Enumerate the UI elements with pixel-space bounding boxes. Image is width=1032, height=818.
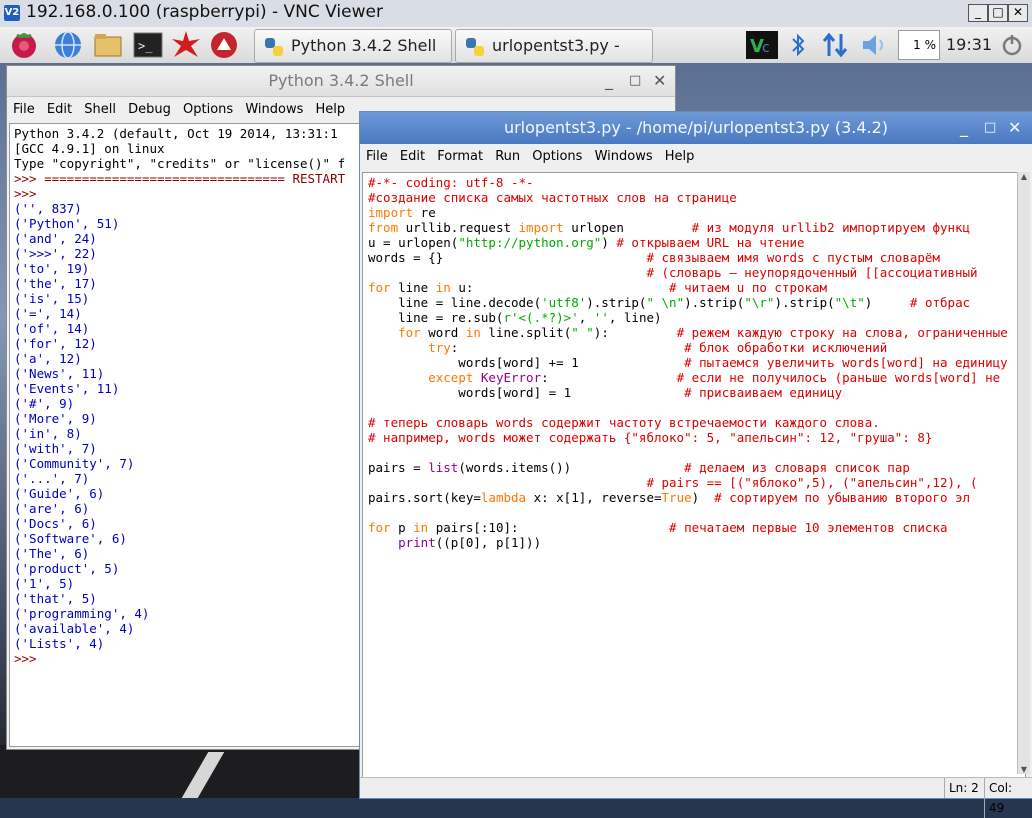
code-line: import re (368, 205, 436, 220)
code-line: line = line.decode('utf8').strip(" \n").… (368, 295, 971, 310)
svg-text:>_: >_ (138, 39, 153, 53)
network-icon[interactable] (820, 30, 850, 60)
editor-title-bar[interactable]: urlopentst3.py - /home/pi/urlopentst3.py… (360, 112, 1032, 144)
code-line: except KeyError: # если не получилось (р… (428, 370, 1001, 385)
code-line: for line in u: # читаем u по строкам (368, 280, 828, 295)
desktop-panel: >_ Python 3.4.2 Shell urlopentst3.py - /… (0, 27, 1032, 87)
editor-menu-edit[interactable]: Edit (400, 149, 425, 164)
editor-menu-help[interactable]: Help (665, 149, 695, 164)
editor-menu-bar: File Edit Format Run Options Windows Hel… (360, 144, 1032, 170)
shell-minimize-button[interactable]: _ (605, 66, 613, 96)
editor-menu-file[interactable]: File (366, 149, 388, 164)
code-line: print((p[0], p[1])) (398, 535, 542, 550)
editor-vertical-scrollbar[interactable]: ▲ ▼ (1017, 172, 1030, 774)
vnc-server-icon[interactable]: Vc (745, 30, 779, 60)
shell-menu-help[interactable]: Help (315, 102, 345, 117)
editor-window-title: urlopentst3.py - /home/pi/urlopentst3.py… (503, 118, 889, 137)
shutdown-icon[interactable] (1000, 30, 1024, 60)
shell-maximize-button[interactable]: □ (629, 66, 641, 96)
code-line: line = re.sub(r'<(.*?)>', '', line) (368, 310, 662, 325)
code-line: # (словарь — неупорядоченный [[ассоциати… (646, 265, 978, 280)
editor-minimize-button[interactable]: _ (960, 112, 968, 144)
code-line: words[word] = 1 # присваиваем единицу (368, 385, 843, 400)
status-column-number: Col: 49 (984, 778, 1032, 818)
code-line: for p in pairs[:10]: # печатаем первые 1… (368, 520, 948, 535)
editor-status-bar: Ln: 2 Col: 49 (360, 777, 1032, 818)
shell-title-bar[interactable]: Python 3.4.2 Shell _ □ ✕ (7, 66, 675, 97)
taskbar-item-shell[interactable]: Python 3.4.2 Shell (254, 29, 452, 63)
python-icon (265, 37, 283, 56)
cpu-usage-monitor: 1 % (898, 30, 940, 60)
code-line: pairs = list(words.items()) # делаем из … (368, 460, 910, 475)
status-line-number: Ln: 2 (944, 778, 983, 798)
file-manager-icon[interactable] (92, 30, 124, 60)
code-line: try: # блок обработки исключений (428, 340, 888, 355)
code-line: from urllib.request import urlopen # из … (368, 220, 971, 235)
shell-menu-shell[interactable]: Shell (84, 102, 116, 117)
shell-window-title: Python 3.4.2 Shell (268, 71, 414, 90)
shell-menu-file[interactable]: File (13, 102, 35, 117)
svg-text:c: c (762, 40, 770, 56)
code-line: # например, words может содержать {"ябло… (368, 430, 933, 445)
editor-menu-format[interactable]: Format (437, 149, 483, 164)
clock: 19:31 (946, 35, 993, 54)
code-line: # pairs == [("яблоко",5), ("апельсин",12… (646, 475, 978, 490)
code-line: words[word] += 1 # пытаемся увеличить wo… (368, 355, 1008, 370)
editor-window[interactable]: urlopentst3.py - /home/pi/urlopentst3.py… (359, 111, 1032, 818)
code-line: pairs.sort(key=lambda x: x[1], reverse=T… (368, 490, 971, 505)
vnc-close-button[interactable]: ✕ (1008, 4, 1028, 22)
python-icon (466, 37, 484, 56)
wolfram-icon[interactable] (208, 30, 240, 60)
code-line: #создание списка самых частотных слов на… (368, 190, 737, 205)
volume-icon[interactable] (860, 30, 888, 60)
code-line: u = urlopen("http://python.org") # откры… (368, 235, 805, 250)
math-kernel-icon[interactable] (170, 30, 202, 60)
vnc-title-bar: V2 192.168.0.100 (raspberrypi) - VNC Vie… (0, 0, 1032, 28)
shell-menu-debug[interactable]: Debug (128, 102, 171, 117)
vnc-logo-icon: V2 (4, 5, 20, 21)
terminal-icon[interactable]: >_ (132, 30, 164, 60)
editor-menu-options[interactable]: Options (532, 149, 582, 164)
editor-menu-run[interactable]: Run (495, 149, 520, 164)
shell-menu-windows[interactable]: Windows (245, 102, 303, 117)
vnc-minimize-button[interactable]: _ (968, 4, 988, 22)
editor-close-button[interactable]: ✕ (1008, 112, 1021, 144)
code-line: #-*- coding: utf-8 -*- (368, 175, 534, 190)
taskbar-item-editor[interactable]: urlopentst3.py - /ho... (455, 29, 653, 87)
editor-maximize-button[interactable]: □ (984, 112, 996, 144)
raspberry-menu-icon[interactable] (8, 30, 40, 60)
code-line: words = {} # связываем имя words с пусты… (368, 250, 940, 265)
code-editor-area[interactable]: #-*- coding: utf-8 -*- #создание списка с… (362, 172, 1026, 780)
vnc-maximize-button[interactable]: □ (988, 4, 1008, 22)
code-line: for word in line.split(" "): # режем каж… (398, 325, 1008, 340)
taskbar-item-label: Python 3.4.2 Shell (291, 36, 437, 55)
shell-menu-edit[interactable]: Edit (47, 102, 72, 117)
editor-menu-windows[interactable]: Windows (595, 149, 653, 164)
code-line: # теперь словарь words содержит частоту … (368, 415, 880, 430)
web-browser-icon[interactable] (52, 30, 84, 60)
bluetooth-icon[interactable] (787, 30, 809, 60)
shell-menu-options[interactable]: Options (183, 102, 233, 117)
shell-close-button[interactable]: ✕ (653, 66, 666, 96)
vnc-window-title: 192.168.0.100 (raspberrypi) - VNC Viewer (26, 2, 383, 22)
